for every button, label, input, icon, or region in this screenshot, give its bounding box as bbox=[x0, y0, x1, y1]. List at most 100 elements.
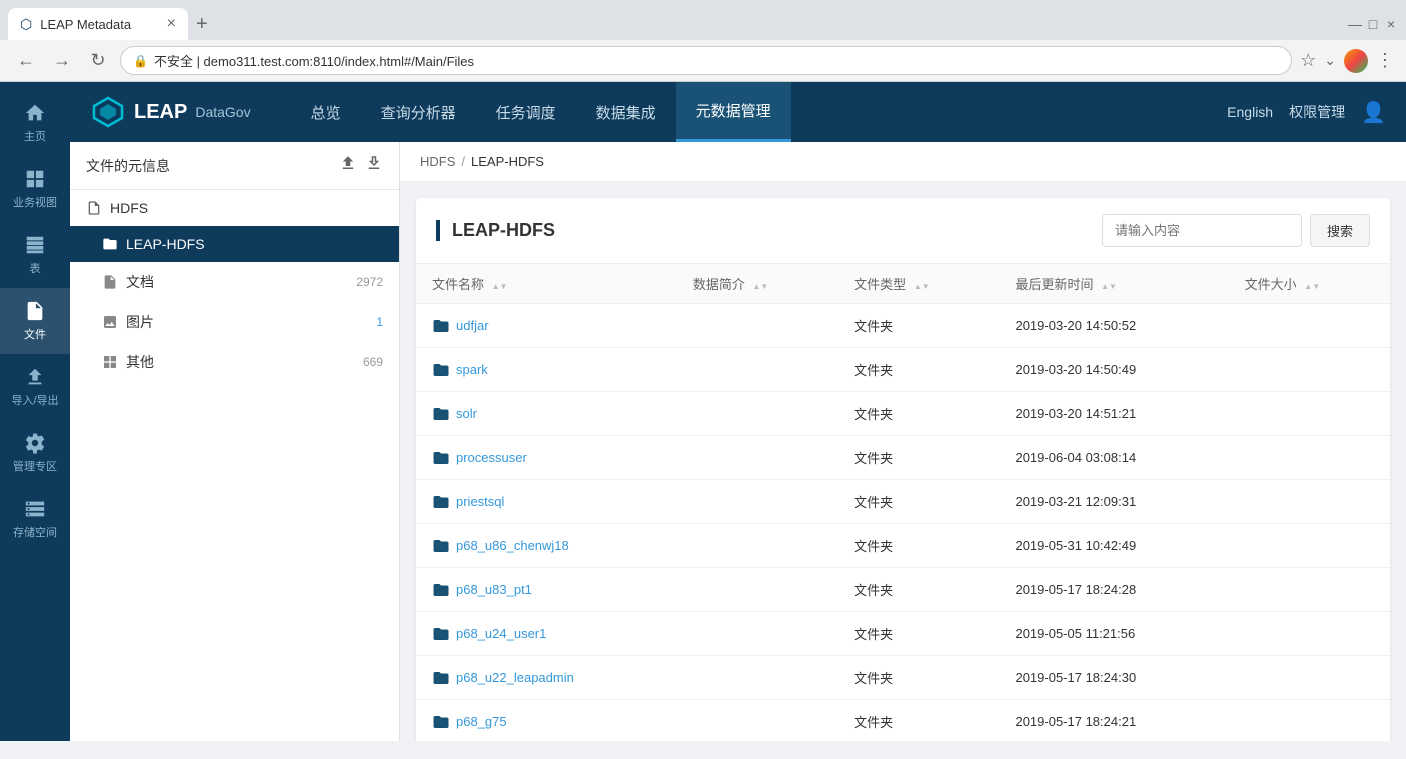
nav-item-overview[interactable]: 总览 bbox=[291, 82, 361, 142]
upload-button[interactable] bbox=[339, 154, 357, 177]
minimize-button[interactable]: — bbox=[1348, 17, 1362, 31]
sort-type-icon[interactable]: ▲▼ bbox=[914, 282, 930, 291]
table-row[interactable]: solr 文件夹 2019-03-20 14:51:21 bbox=[416, 392, 1390, 436]
sidebar-label-table: 表 bbox=[30, 260, 41, 276]
user-menu-icon[interactable]: 👤 bbox=[1361, 100, 1386, 125]
more-options-icon[interactable]: ⋮ bbox=[1376, 50, 1394, 71]
close-button[interactable]: × bbox=[1384, 17, 1398, 31]
table-row[interactable]: processuser 文件夹 2019-06-04 03:08:14 bbox=[416, 436, 1390, 480]
left-panel: 文件的元信息 HDFS LEAP-HDFS bbox=[70, 142, 400, 741]
table-row[interactable]: p68_u83_pt1 文件夹 2019-05-17 18:24:28 bbox=[416, 568, 1390, 612]
sidebar-label-file: 文件 bbox=[24, 326, 46, 342]
col-type: 文件类型 ▲▼ bbox=[838, 264, 999, 304]
sidebar-item-import[interactable]: 导入/导出 bbox=[0, 354, 70, 420]
cell-updated-0: 2019-03-20 14:50:52 bbox=[999, 304, 1228, 348]
folder-active-icon bbox=[102, 236, 118, 252]
nav-item-meta[interactable]: 元数据管理 bbox=[676, 82, 791, 142]
folder-icon-5 bbox=[432, 537, 450, 555]
profile-avatar[interactable] bbox=[1344, 49, 1368, 73]
refresh-button[interactable]: ↻ bbox=[84, 47, 112, 75]
sidebar-item-file[interactable]: 文件 bbox=[0, 288, 70, 354]
sidebar-item-admin[interactable]: 管理专区 bbox=[0, 420, 70, 486]
cell-desc-2 bbox=[677, 392, 838, 436]
table-row[interactable]: p68_u24_user1 文件夹 2019-05-05 11:21:56 bbox=[416, 612, 1390, 656]
folder-icon-0 bbox=[432, 317, 450, 335]
back-button[interactable]: ← bbox=[12, 47, 40, 75]
tree-item-hdfs[interactable]: HDFS bbox=[70, 190, 399, 226]
cell-size-8 bbox=[1229, 656, 1390, 700]
cell-desc-0 bbox=[677, 304, 838, 348]
sort-name-icon[interactable]: ▲▼ bbox=[492, 282, 508, 291]
cell-type-0: 文件夹 bbox=[838, 304, 999, 348]
cell-updated-4: 2019-03-21 12:09:31 bbox=[999, 480, 1228, 524]
app-logo-sub: DataGov bbox=[195, 104, 250, 120]
search-input[interactable] bbox=[1102, 214, 1302, 247]
table-row[interactable]: p68_u22_leapadmin 文件夹 2019-05-17 18:24:3… bbox=[416, 656, 1390, 700]
folder-icon-9 bbox=[432, 713, 450, 731]
sidebar-item-storage[interactable]: 存储空间 bbox=[0, 486, 70, 552]
cell-size-3 bbox=[1229, 436, 1390, 480]
sort-updated-icon[interactable]: ▲▼ bbox=[1101, 282, 1117, 291]
cell-desc-6 bbox=[677, 568, 838, 612]
settings-icon bbox=[24, 432, 46, 454]
breadcrumb-leap-hdfs: LEAP-HDFS bbox=[471, 154, 544, 169]
sidebar-label-home: 主页 bbox=[24, 128, 46, 144]
folder-icon-2 bbox=[432, 405, 450, 423]
sort-size-icon[interactable]: ▲▼ bbox=[1304, 282, 1320, 291]
bookmark-icon[interactable]: ☆ bbox=[1300, 50, 1316, 71]
cell-name-0: udfjar bbox=[416, 304, 677, 348]
other-icon bbox=[102, 354, 118, 370]
storage-icon bbox=[24, 498, 46, 520]
browser-tab[interactable]: ⬡ LEAP Metadata × bbox=[8, 8, 188, 40]
breadcrumb-hdfs[interactable]: HDFS bbox=[420, 154, 455, 169]
tab-close-btn[interactable]: × bbox=[167, 15, 176, 33]
cell-name-9: p68_g75 bbox=[416, 700, 677, 742]
table-row[interactable]: p68_u86_chenwj18 文件夹 2019-05-31 10:42:49 bbox=[416, 524, 1390, 568]
new-tab-button[interactable]: + bbox=[188, 13, 216, 36]
tree-count-img: 1 bbox=[376, 315, 383, 329]
cell-name-6: p68_u83_pt1 bbox=[416, 568, 677, 612]
sidebar-item-home[interactable]: 主页 bbox=[0, 90, 70, 156]
breadcrumb: HDFS / LEAP-HDFS bbox=[400, 142, 1406, 182]
sort-desc-icon[interactable]: ▲▼ bbox=[753, 282, 769, 291]
doc-icon bbox=[102, 274, 118, 290]
cell-updated-1: 2019-03-20 14:50:49 bbox=[999, 348, 1228, 392]
download-panel-icon bbox=[365, 154, 383, 172]
sidebar-item-table[interactable]: 表 bbox=[0, 222, 70, 288]
cell-name-7: p68_u24_user1 bbox=[416, 612, 677, 656]
nav-item-data[interactable]: 数据集成 bbox=[576, 82, 676, 142]
address-bar[interactable]: 🔒 不安全 | demo311.test.com:8110/index.html… bbox=[120, 46, 1292, 75]
table-row[interactable]: priestsql 文件夹 2019-03-21 12:09:31 bbox=[416, 480, 1390, 524]
dropdown-icon[interactable]: ⌄ bbox=[1324, 52, 1336, 69]
tree-item-other[interactable]: 其他 669 bbox=[70, 342, 399, 382]
tree-label-img: 图片 bbox=[126, 312, 368, 332]
cell-updated-5: 2019-05-31 10:42:49 bbox=[999, 524, 1228, 568]
maximize-button[interactable]: □ bbox=[1366, 17, 1380, 31]
col-name: 文件名称 ▲▼ bbox=[416, 264, 677, 304]
cell-name-8: p68_u22_leapadmin bbox=[416, 656, 677, 700]
tree-item-img[interactable]: 图片 1 bbox=[70, 302, 399, 342]
col-size: 文件大小 ▲▼ bbox=[1229, 264, 1390, 304]
search-button[interactable]: 搜索 bbox=[1310, 214, 1370, 247]
nav-item-query[interactable]: 查询分析器 bbox=[361, 82, 476, 142]
tree-item-doc[interactable]: 文档 2972 bbox=[70, 262, 399, 302]
forward-button[interactable]: → bbox=[48, 47, 76, 75]
table-row[interactable]: p68_g75 文件夹 2019-05-17 18:24:21 bbox=[416, 700, 1390, 742]
download-button[interactable] bbox=[365, 154, 383, 177]
cell-size-7 bbox=[1229, 612, 1390, 656]
logo-area: LEAP DataGov bbox=[90, 94, 251, 130]
cell-desc-3 bbox=[677, 436, 838, 480]
upload-icon bbox=[24, 366, 46, 388]
language-button[interactable]: English bbox=[1227, 104, 1273, 120]
breadcrumb-sep: / bbox=[461, 154, 465, 169]
permissions-button[interactable]: 权限管理 bbox=[1289, 102, 1345, 122]
grid-icon bbox=[24, 168, 46, 190]
sidebar-item-business[interactable]: 业务视图 bbox=[0, 156, 70, 222]
tree-item-leap-hdfs[interactable]: LEAP-HDFS bbox=[70, 226, 399, 262]
table-row[interactable]: spark 文件夹 2019-03-20 14:50:49 bbox=[416, 348, 1390, 392]
search-area: 搜索 bbox=[1102, 214, 1370, 247]
table-row[interactable]: udfjar 文件夹 2019-03-20 14:50:52 bbox=[416, 304, 1390, 348]
files-table: 文件名称 ▲▼ 数据简介 ▲▼ 文件类型 ▲▼ bbox=[416, 264, 1390, 741]
nav-item-task[interactable]: 任务调度 bbox=[476, 82, 576, 142]
cell-name-1: spark bbox=[416, 348, 677, 392]
